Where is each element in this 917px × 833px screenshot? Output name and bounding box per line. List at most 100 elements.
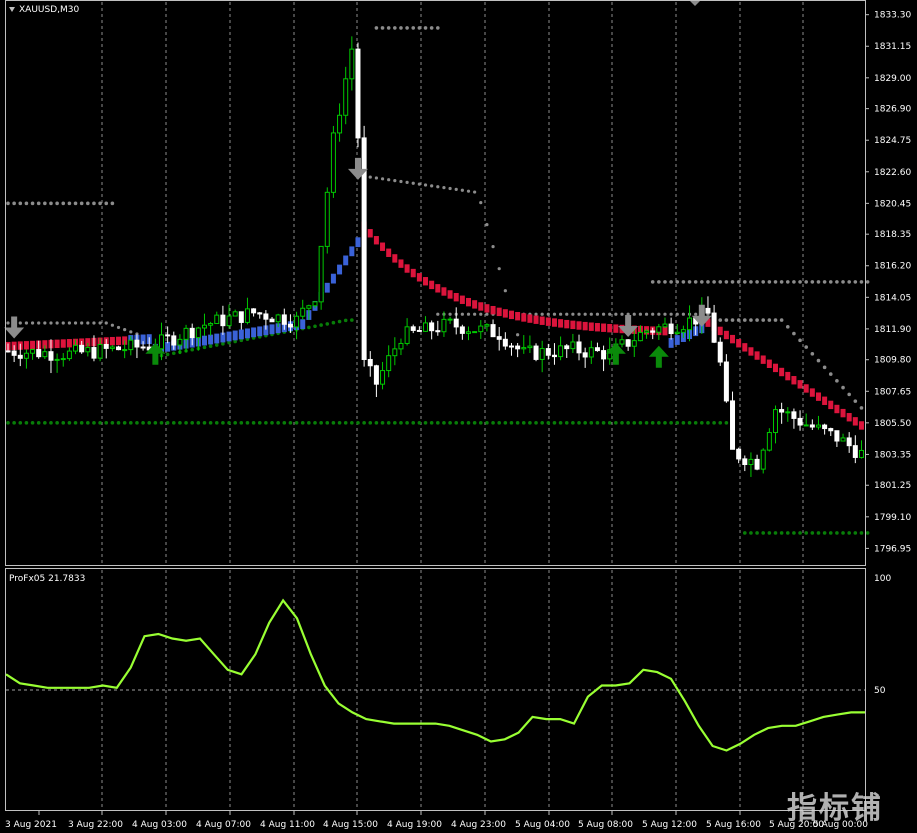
candle-body[interactable] [373, 365, 379, 385]
candle-body[interactable] [23, 352, 29, 359]
candle-body[interactable] [459, 326, 465, 334]
candle-body[interactable] [687, 317, 693, 331]
candle-body[interactable] [159, 334, 164, 350]
candle-body[interactable] [502, 338, 508, 347]
candle-body[interactable] [619, 339, 625, 345]
candle-body[interactable] [103, 343, 109, 349]
candle-body[interactable] [380, 370, 386, 385]
candle-body[interactable] [165, 334, 171, 337]
candle-body[interactable] [564, 345, 570, 350]
candle-body[interactable] [809, 424, 815, 428]
candle-body[interactable] [791, 411, 797, 419]
candle-body[interactable] [48, 351, 54, 361]
candle-body[interactable] [189, 327, 195, 339]
candle[interactable] [533, 343, 539, 362]
candle-body[interactable] [582, 352, 588, 358]
candle-body[interactable] [601, 350, 607, 360]
candle-body[interactable] [644, 330, 650, 333]
candle-body[interactable] [656, 326, 662, 333]
candle-body[interactable] [11, 350, 17, 356]
candle-body[interactable] [232, 311, 238, 317]
candle-body[interactable] [785, 411, 791, 414]
candle-body[interactable] [680, 329, 686, 333]
candle-body[interactable] [453, 318, 459, 328]
candle-body[interactable] [294, 315, 300, 328]
candle-body[interactable] [330, 132, 336, 193]
candle-body[interactable] [668, 323, 674, 335]
candle-body[interactable] [705, 307, 711, 314]
candle-body[interactable] [324, 191, 330, 247]
candle-body[interactable] [91, 347, 97, 359]
candle-body[interactable] [828, 428, 834, 432]
candle-body[interactable] [54, 358, 60, 361]
candle-body[interactable] [416, 329, 422, 332]
candle-body[interactable] [73, 344, 79, 352]
candle-body[interactable] [742, 458, 748, 466]
candle-body[interactable] [263, 313, 269, 320]
candle-body[interactable] [748, 458, 754, 466]
candle-body[interactable] [846, 437, 852, 447]
candle-body[interactable] [97, 343, 103, 359]
candle-body[interactable] [269, 318, 275, 323]
trading-chart[interactable]: 1833.30 1831.15 1829.00 1826.90 1824.75 1822.… [0, 0, 917, 833]
candle-body[interactable] [392, 348, 398, 357]
candle-body[interactable] [122, 349, 128, 352]
candle-body[interactable] [183, 327, 189, 340]
candle-body[interactable] [226, 315, 232, 327]
candle-body[interactable] [594, 347, 600, 352]
candle-body[interactable] [521, 347, 527, 350]
candle-body[interactable] [251, 308, 257, 314]
candle-body[interactable] [650, 330, 656, 333]
candle-body[interactable] [343, 78, 349, 116]
candle-body[interactable] [201, 324, 207, 329]
candle-body[interactable] [717, 341, 723, 363]
candle-body[interactable] [515, 345, 521, 350]
candle-body[interactable] [533, 345, 539, 360]
candle-body[interactable] [116, 346, 122, 351]
candle-body[interactable] [367, 358, 373, 367]
candle-body[interactable] [195, 327, 201, 339]
candle-body[interactable] [244, 308, 250, 323]
candle-body[interactable] [797, 417, 803, 426]
candle-body[interactable] [490, 324, 496, 338]
candle[interactable] [318, 245, 324, 310]
candle-body[interactable] [140, 346, 146, 349]
candle-body[interactable] [637, 331, 643, 342]
candle-body[interactable] [441, 318, 447, 333]
candle[interactable] [330, 125, 336, 198]
candle-body[interactable] [66, 350, 72, 360]
candle-body[interactable] [631, 340, 637, 347]
candle-body[interactable] [337, 114, 343, 134]
candle-body[interactable] [822, 424, 828, 430]
candle-body[interactable] [171, 335, 177, 346]
candle-body[interactable] [539, 348, 545, 360]
candle-body[interactable] [128, 339, 134, 351]
candle-body[interactable] [312, 301, 318, 307]
candle-body[interactable] [576, 341, 582, 354]
candle-body[interactable] [404, 326, 410, 344]
candle-body[interactable] [472, 331, 478, 334]
candle-body[interactable] [773, 409, 778, 434]
candle-body[interactable] [214, 314, 220, 325]
candle-body[interactable] [711, 312, 717, 343]
candle-body[interactable] [42, 351, 48, 358]
candle-body[interactable] [545, 348, 551, 356]
candle-body[interactable] [834, 430, 840, 442]
candle-body[interactable] [723, 361, 729, 402]
candle-body[interactable] [109, 346, 115, 349]
candle-body[interactable] [736, 448, 742, 460]
candle-body[interactable] [496, 336, 502, 340]
candle-body[interactable] [36, 349, 42, 358]
candle-body[interactable] [570, 341, 576, 350]
candle-body[interactable] [429, 322, 435, 332]
candle-body[interactable] [858, 449, 864, 458]
candle[interactable] [472, 331, 478, 334]
candle-body[interactable] [318, 245, 324, 303]
candle-body[interactable] [840, 437, 846, 442]
candle-body[interactable] [466, 331, 471, 334]
candle-body[interactable] [275, 314, 281, 323]
candle-body[interactable] [662, 323, 668, 328]
candle-body[interactable] [484, 324, 490, 327]
candle-body[interactable] [478, 325, 484, 333]
candle[interactable] [355, 42, 361, 148]
